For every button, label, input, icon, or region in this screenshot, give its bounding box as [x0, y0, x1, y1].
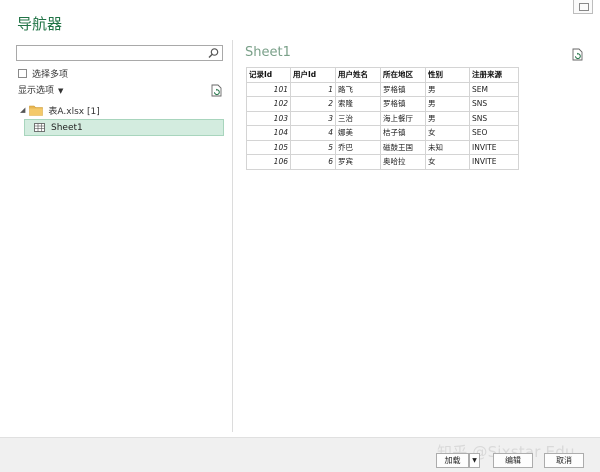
preview-title: Sheet1 [245, 45, 291, 60]
cell-source: INVITE [469, 154, 519, 170]
cell-user-id: 2 [290, 96, 336, 112]
cell-source: INVITE [469, 139, 519, 155]
cancel-button[interactable]: 取消 [544, 453, 584, 468]
cell-user-id: 6 [290, 154, 336, 170]
cell-record-id: 101 [246, 81, 291, 97]
preview-table: 记录Id 用户Id 用户姓名 所在地区 性别 注册来源 101 1 路飞 罗格镇… [246, 67, 519, 170]
search-icon[interactable] [207, 47, 220, 59]
table-row: 105 5 乔巴 磁鼓王国 未知 INVITE [246, 139, 519, 155]
sheet-label: Sheet1 [51, 122, 83, 133]
cell-source: SNS [469, 96, 519, 112]
load-options-button[interactable]: ▼ [469, 453, 480, 468]
tree-node-file[interactable]: ◢ 表A.xlsx [1] [20, 103, 100, 117]
table-row: 106 6 罗宾 奥哈拉 女 INVITE [246, 154, 519, 170]
folder-icon [29, 105, 44, 116]
table-row: 101 1 路飞 罗格镇 男 SEM [246, 81, 519, 97]
cell-record-id: 106 [246, 154, 291, 170]
cell-region: 桔子镇 [380, 125, 426, 141]
cell-user-id: 5 [290, 139, 336, 155]
cell-gender: 女 [425, 154, 470, 170]
cell-record-id: 104 [246, 125, 291, 141]
cell-user-name: 三治 [335, 110, 381, 126]
cell-source: SNS [469, 110, 519, 126]
column-header: 用户Id [290, 67, 336, 83]
cell-gender: 男 [425, 81, 470, 97]
multi-select-label: 选择多项 [32, 69, 69, 80]
cell-user-id: 3 [290, 110, 336, 126]
multi-select-checkbox[interactable] [18, 68, 27, 78]
column-header: 记录Id [246, 67, 291, 83]
cell-user-name: 娜美 [335, 125, 381, 141]
table-row: 102 2 索隆 罗格镇 男 SNS [246, 96, 519, 112]
cell-source: SEO [469, 125, 519, 141]
file-label: 表A.xlsx [1] [48, 106, 100, 117]
cell-region: 罗格镇 [380, 81, 426, 97]
cell-gender: 男 [425, 96, 470, 112]
display-options-label: 显示选项 [18, 86, 55, 96]
display-options-dropdown[interactable]: 显示选项 ▼ [18, 83, 63, 96]
cell-region: 罗格镇 [380, 96, 426, 112]
search-input[interactable] [19, 46, 203, 60]
cell-user-name: 索隆 [335, 96, 381, 112]
table-header-row: 记录Id 用户Id 用户姓名 所在地区 性别 注册来源 [246, 67, 519, 83]
tree-node-sheet[interactable]: Sheet1 [24, 119, 224, 136]
cell-record-id: 105 [246, 139, 291, 155]
table-icon [34, 123, 45, 132]
column-header: 性别 [425, 67, 470, 83]
cell-region: 磁鼓王国 [380, 139, 426, 155]
column-header: 用户姓名 [335, 67, 381, 83]
table-row: 103 3 三治 海上餐厅 男 SNS [246, 110, 519, 126]
expand-arrow-icon[interactable]: ◢ [20, 106, 25, 114]
cell-source: SEM [469, 81, 519, 97]
column-header: 注册来源 [469, 67, 519, 83]
caret-down-icon: ▼ [58, 87, 64, 95]
cell-region: 奥哈拉 [380, 154, 426, 170]
cell-record-id: 102 [246, 96, 291, 112]
navigator-pane: 选择多项 显示选项 ▼ ◢ 表A.xlsx [1] Sheet1 [0, 40, 233, 432]
cell-user-name: 罗宾 [335, 154, 381, 170]
cell-record-id: 103 [246, 110, 291, 126]
preview-refresh-icon[interactable] [572, 48, 583, 61]
cell-gender: 未知 [425, 139, 470, 155]
restore-button[interactable] [573, 0, 593, 14]
table-row: 104 4 娜美 桔子镇 女 SEO [246, 125, 519, 141]
edit-button[interactable]: 编辑 [493, 453, 533, 468]
cell-gender: 女 [425, 125, 470, 141]
column-header: 所在地区 [380, 67, 426, 83]
caret-down-icon: ▼ [472, 457, 477, 464]
multi-select-option[interactable]: 选择多项 [18, 67, 69, 80]
cell-user-name: 乔巴 [335, 139, 381, 155]
window-title: 导航器 [17, 15, 63, 33]
cell-user-id: 4 [290, 125, 336, 141]
refresh-icon[interactable] [211, 84, 222, 97]
cell-region: 海上餐厅 [380, 110, 426, 126]
search-box [16, 45, 223, 61]
cell-user-id: 1 [290, 81, 336, 97]
load-button[interactable]: 加载 [436, 453, 469, 468]
cell-gender: 男 [425, 110, 470, 126]
cell-user-name: 路飞 [335, 81, 381, 97]
